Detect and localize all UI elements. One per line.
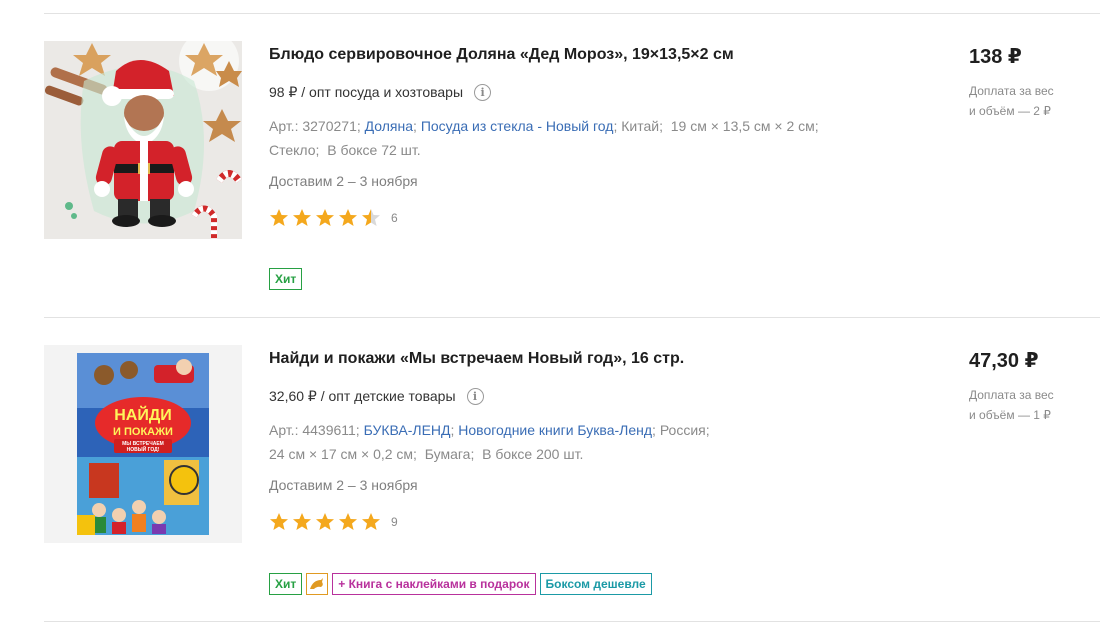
bottom-divider [44, 621, 1100, 622]
surcharge-line-1: Доплата за вес [969, 388, 1054, 402]
wholesale-price: 32,60 ₽ / опт детские товары i [269, 386, 929, 406]
wholesale-price: 98 ₽ / опт посуда и хозтовары i [269, 82, 929, 102]
spec-separator: ; [613, 118, 618, 134]
specs-line-2: 24 см × 17 см × 0,2 см; Бумага; В боксе … [269, 446, 584, 462]
surcharge-line-1: Доплата за вес [969, 84, 1054, 98]
star-icon [270, 513, 288, 530]
surcharge-note: Доплата за вес и объём — 1 ₽ [969, 385, 1099, 425]
star-icon [339, 209, 357, 226]
wholesale-price-text: / опт детские товары [320, 388, 456, 404]
brand-link[interactable]: БУКВА-ЛЕНД [364, 422, 451, 438]
category-link[interactable]: Посуда из стекла - Новый год [421, 118, 614, 134]
spec-separator: ; [450, 422, 455, 438]
product-card: НАЙДИ И ПОКАЖИ МЫ ВСТРЕЧАЕМ НОВЫЙ ГОД! Н… [44, 317, 1100, 617]
delivery-date: Доставим 2 – 3 ноября [269, 477, 418, 493]
badge-list: Хит [269, 268, 303, 290]
specs-line-1: Арт.: 3270271; Доляна; Посуда из стекла … [269, 114, 929, 138]
specs-line-2: Стекло; В боксе 72 шт. [269, 142, 421, 158]
spec-separator: ; [413, 118, 417, 134]
price-column: 138 ₽ Доплата за вес и объём — 2 ₽ [969, 45, 1099, 121]
rating-count: 6 [391, 211, 398, 225]
product-info: Найди и покажи «Мы встречаем Новый год»,… [269, 349, 929, 532]
spec-details: Россия; [659, 422, 710, 438]
surcharge-note: Доплата за вес и объём — 2 ₽ [969, 81, 1099, 121]
product-specs: Арт.: 4439611; БУКВА-ЛЕНД; Новогодние кн… [269, 418, 929, 466]
star-icon [316, 209, 334, 226]
hit-badge: Хит [269, 268, 303, 290]
star-icon [270, 209, 288, 226]
star-icon [362, 513, 380, 530]
product-title[interactable]: Блюдо сервировочное Доляна «Дед Мороз», … [269, 45, 929, 65]
dolphin-badge [306, 573, 329, 595]
rating-count: 9 [391, 515, 398, 529]
product-image[interactable] [44, 41, 242, 239]
star-icon [316, 513, 334, 530]
product-specs: Арт.: 3270271; Доляна; Посуда из стекла … [269, 114, 929, 162]
info-icon[interactable]: i [474, 83, 492, 101]
book-cover-title-2: И ПОКАЖИ [113, 426, 173, 438]
book-cover-subtitle-2: НОВЫЙ ГОД! [127, 445, 160, 453]
spec-separator: ; [652, 422, 656, 438]
specs-line-1: Арт.: 4439611; БУКВА-ЛЕНД; Новогодние кн… [269, 418, 929, 442]
badge-list: Хит + Книга с наклейками в подарок Боксо… [269, 573, 652, 595]
gift-badge: + Книга с наклейками в подарок [332, 573, 536, 595]
product-card: Блюдо сервировочное Доляна «Дед Мороз», … [44, 13, 1100, 313]
hit-badge: Хит [269, 573, 303, 595]
article-number: Арт.: 4439611; [269, 422, 360, 438]
santa-plate-image [44, 41, 242, 239]
spec-details: Китай; 19 см × 13,5 см × 2 см; [621, 118, 819, 134]
box-discount-badge: Боксом дешевле [539, 573, 652, 595]
star-icon [339, 513, 357, 530]
book-cover-title-1: НАЙДИ [114, 405, 172, 424]
rating-stars[interactable]: 6 [269, 208, 929, 228]
category-link[interactable]: Новогодние книги Буква-Ленд [458, 422, 652, 438]
wholesale-price-value: 98 ₽ [269, 83, 298, 100]
wholesale-price-text: / опт посуда и хозтовары [301, 84, 464, 100]
star-icon [293, 209, 311, 226]
dolphin-icon [310, 578, 324, 589]
rating-stars[interactable]: 9 [269, 512, 929, 532]
article-number: Арт.: 3270271; [269, 118, 361, 134]
book-cover-image: НАЙДИ И ПОКАЖИ МЫ ВСТРЕЧАЕМ НОВЫЙ ГОД! [44, 345, 242, 543]
product-price: 47,30 ₽ [969, 350, 1039, 372]
brand-link[interactable]: Доляна [365, 118, 413, 134]
wholesale-price-value: 32,60 ₽ [269, 387, 317, 404]
info-icon[interactable]: i [466, 387, 484, 405]
product-image[interactable]: НАЙДИ И ПОКАЖИ МЫ ВСТРЕЧАЕМ НОВЫЙ ГОД! [44, 345, 242, 543]
delivery-date: Доставим 2 – 3 ноября [269, 173, 418, 189]
surcharge-line-2: и объём — 1 ₽ [969, 408, 1051, 422]
product-title[interactable]: Найди и покажи «Мы встречаем Новый год»,… [269, 349, 929, 369]
star-icon [293, 513, 311, 530]
price-column: 47,30 ₽ Доплата за вес и объём — 1 ₽ [969, 349, 1099, 425]
half-star-icon [362, 209, 380, 226]
product-info: Блюдо сервировочное Доляна «Дед Мороз», … [269, 45, 929, 228]
product-price: 138 ₽ [969, 46, 1022, 68]
surcharge-line-2: и объём — 2 ₽ [969, 104, 1051, 118]
